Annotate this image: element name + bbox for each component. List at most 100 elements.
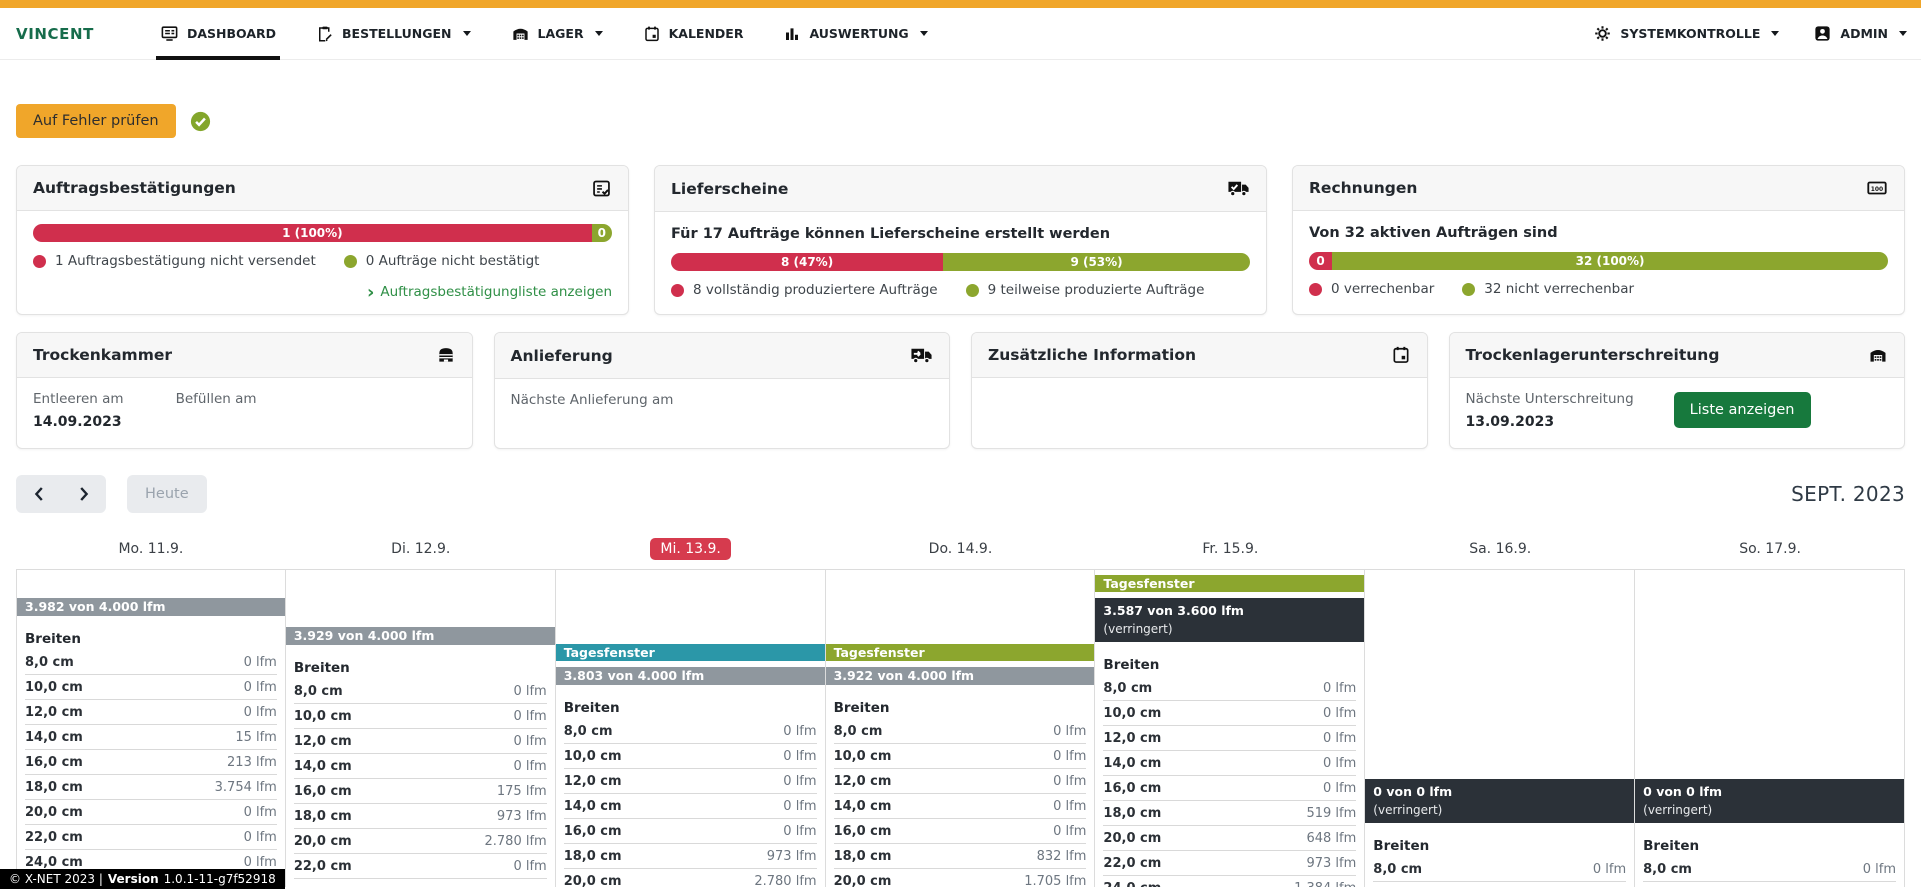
breiten-row: 22,0 cm0 lfm — [25, 825, 277, 850]
breiten-row: 18,0 cm973 lfm — [294, 804, 547, 829]
breiten-row: 14,0 cm0 lfm — [1103, 751, 1356, 776]
version-number: 1.0.1-11-g7f52918 — [164, 872, 276, 886]
breiten-section: Breiten8,0 cm0 lfm10,0 cm0 lfm12,0 cm0 l… — [826, 700, 1095, 887]
check-errors-button[interactable]: Auf Fehler prüfen — [16, 104, 176, 138]
tagesfenster-bar: Tagesfenster — [556, 644, 825, 661]
card-body: Für 17 Aufträge können Lieferscheine ers… — [655, 212, 1266, 312]
breiten-title: Breiten — [1103, 657, 1356, 673]
calendar-toolbar: Heute SEPT. 2023 — [16, 475, 1905, 513]
field-value: 13.09.2023 — [1466, 414, 1634, 431]
calendar-prev-button[interactable] — [16, 475, 61, 513]
legend-item: 1 Auftragsbestätigung nicht versendet — [33, 253, 316, 269]
nav-label: AUSWERTUNG — [809, 26, 908, 41]
nav-label: LAGER — [538, 26, 584, 41]
card-body: 1 (100%) 0 1 Auftragsbestätigung nicht v… — [17, 211, 628, 314]
nav-item-dashboard[interactable]: DASHBOARD — [160, 8, 276, 60]
breiten-row: 10,0 cm0 lfm — [294, 704, 547, 729]
breiten-row: 16,0 cm0 lfm — [564, 819, 817, 844]
nav-item-kalender[interactable]: KALENDER — [643, 8, 744, 60]
progress-segment-green: 32 (100%) — [1332, 252, 1888, 270]
breiten-row: 18,0 cm519 lfm — [1103, 801, 1356, 826]
breiten-title: Breiten — [294, 660, 547, 676]
chevron-down-icon — [1771, 31, 1779, 36]
user-icon — [1813, 24, 1832, 43]
page-content: Auf Fehler prüfen Auftragsbestätigungen … — [0, 104, 1921, 887]
breiten-row: 16,0 cm175 lfm — [294, 779, 547, 804]
breiten-row: 22,0 cm973 lfm — [1103, 851, 1356, 876]
day-label: So. 17.9. — [1739, 541, 1801, 557]
breiten-row: 24,0 cm1.384 lfm — [1103, 876, 1356, 887]
chevron-right-icon — [78, 486, 90, 502]
card-body: Von 32 aktiven Aufträgen sind 0 32 (100%… — [1293, 211, 1904, 311]
banknote-icon: 100 — [1866, 177, 1888, 199]
breiten-row: 22,0 cm0 lfm — [294, 854, 547, 879]
day-header-row: Mo. 11.9.Di. 12.9.Mi. 13.9.Do. 14.9.Fr. … — [16, 535, 1905, 563]
main-navbar: VINCENT DASHBOARD BESTELLUNGEN LAGER KAL… — [0, 8, 1921, 60]
nav-item-bestellungen[interactable]: BESTELLUNGEN — [316, 8, 471, 60]
card-body: Entleeren am 14.09.2023 Befüllen am — [17, 378, 472, 447]
field-label: Nächste Unterschreitung — [1466, 391, 1634, 407]
breiten-title: Breiten — [834, 700, 1087, 716]
breiten-row: 8,0 cm0 lfm — [25, 650, 277, 675]
today-button[interactable]: Heute — [127, 475, 207, 513]
capacity-bar: 0 von 0 lfm(verringert) — [1365, 779, 1634, 823]
field-value — [176, 414, 257, 431]
auftragsbestaetigungsliste-link[interactable]: › Auftragsbestätigungliste anzeigen — [367, 284, 612, 300]
nav-item-admin[interactable]: ADMIN — [1813, 8, 1907, 60]
breiten-row: 20,0 cm648 lfm — [1103, 826, 1356, 851]
calendar-next-button[interactable] — [61, 475, 106, 513]
calendar-column: Tagesfenster3.587 von 3.600 lfm(verringe… — [1095, 570, 1365, 887]
legend-item: 32 nicht verrechenbar — [1462, 281, 1634, 297]
card-title: Rechnungen — [1309, 179, 1417, 197]
red-dot-icon — [671, 284, 684, 297]
legend: 0 verrechenbar 32 nicht verrechenbar — [1309, 281, 1888, 297]
breiten-row: 8,0 cm0 lfm — [564, 719, 817, 744]
card-trockenlagerunterschreitung: Trockenlagerunterschreitung Nächste Unte… — [1449, 332, 1906, 449]
field: Nächste Anlieferung am — [511, 392, 674, 432]
field-label: Entleeren am — [33, 391, 124, 407]
capacity-bar: 3.587 von 3.600 lfm(verringert) — [1095, 598, 1364, 642]
breiten-row: 12,0 cm0 lfm — [564, 769, 817, 794]
liste-anzeigen-button[interactable]: Liste anzeigen — [1674, 392, 1811, 428]
legend: 1 Auftragsbestätigung nicht versendet 0 … — [33, 253, 612, 269]
green-dot-icon — [1462, 283, 1475, 296]
breiten-row: 16,0 cm213 lfm — [25, 750, 277, 775]
card-body — [972, 378, 1427, 407]
card-heading: Von 32 aktiven Aufträgen sind — [1309, 225, 1888, 241]
day-label: Do. 14.9. — [929, 541, 993, 557]
summary-cards-row: Auftragsbestätigungen 1 (100%) 0 1 Auftr… — [16, 165, 1905, 315]
card-header: Trockenkammer — [17, 333, 472, 378]
kiln-icon — [436, 345, 456, 365]
card-header: Lieferscheine — [655, 166, 1266, 212]
legend-label: 0 verrechenbar — [1331, 281, 1434, 297]
nav-item-systemkontrolle[interactable]: SYSTEMKONTROLLE — [1593, 8, 1779, 60]
nav-label: BESTELLUNGEN — [342, 26, 452, 41]
calendar-icon — [643, 25, 661, 43]
legend-label: 1 Auftragsbestätigung nicht versendet — [55, 253, 316, 269]
calendar-month-title: SEPT. 2023 — [1791, 482, 1905, 506]
chevron-down-icon — [595, 31, 603, 36]
breiten-row: 10,0 cm0 lfm — [1103, 701, 1356, 726]
calendar-column: 0 von 0 lfm(verringert)Breiten8,0 cm0 lf… — [1365, 570, 1635, 887]
breiten-title: Breiten — [564, 700, 817, 716]
breiten-row: 16,0 cm0 lfm — [1103, 776, 1356, 801]
breiten-row: 20,0 cm2.780 lfm — [564, 869, 817, 887]
nav-item-lager[interactable]: LAGER — [511, 8, 603, 60]
breiten-row: 8,0 cm0 lfm — [1103, 676, 1356, 701]
nav-item-auswertung[interactable]: AUSWERTUNG — [783, 8, 927, 60]
day-header: Fr. 15.9. — [1095, 541, 1365, 557]
dashboard-icon — [160, 24, 179, 43]
field-value: 14.09.2023 — [33, 414, 124, 431]
capacity-bar: 3.929 von 4.000 lfm — [286, 627, 555, 645]
nav-label: ADMIN — [1840, 26, 1888, 41]
copyright-text: © X-NET 2023 | — [9, 872, 103, 886]
gear-icon — [1593, 24, 1612, 43]
version-footer: © X-NET 2023 | Version 1.0.1-11-g7f52918 — [0, 869, 285, 889]
card-header: Auftragsbestätigungen — [17, 166, 628, 211]
link-label: Auftragsbestätigungliste anzeigen — [380, 284, 612, 300]
chevron-right-icon: › — [367, 286, 374, 299]
green-dot-icon — [344, 255, 357, 268]
brand-logo[interactable]: VINCENT — [16, 25, 94, 43]
day-header: So. 17.9. — [1635, 541, 1905, 557]
bar-chart-icon — [783, 25, 801, 43]
